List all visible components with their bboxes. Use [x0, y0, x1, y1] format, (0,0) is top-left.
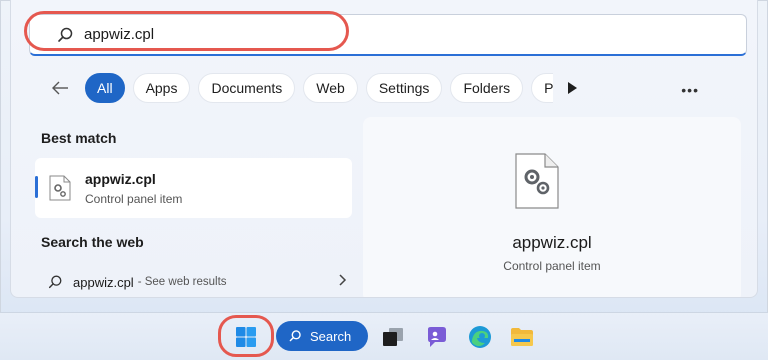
search-icon	[58, 27, 73, 42]
control-panel-file-icon	[49, 175, 71, 201]
more-options-icon[interactable]: •••	[681, 82, 699, 98]
filter-chip-photos[interactable]: Pho	[531, 73, 553, 103]
web-result-suffix: - See web results	[137, 276, 227, 288]
file-explorer-icon[interactable]	[506, 321, 538, 353]
teams-chat-icon[interactable]	[421, 321, 453, 353]
web-search-icon	[48, 275, 62, 289]
filter-chip-all[interactable]: All	[85, 73, 125, 103]
control-panel-large-icon	[515, 153, 559, 209]
filter-chip-apps[interactable]: Apps	[132, 73, 191, 103]
preview-type: Control panel item	[503, 259, 601, 273]
best-match-name: appwiz.cpl	[85, 170, 156, 187]
search-input[interactable]	[84, 26, 384, 43]
scroll-right-icon[interactable]	[563, 79, 581, 97]
filter-chip-documents[interactable]: Documents	[198, 73, 296, 103]
task-view-icon[interactable]	[377, 321, 409, 353]
filter-chip-web[interactable]: Web	[303, 73, 358, 103]
filter-row: All Apps Documents Web Settings Folders …	[47, 72, 727, 104]
back-arrow-icon[interactable]	[47, 75, 73, 101]
taskbar-search-button[interactable]: Search	[276, 321, 368, 351]
filter-chip-settings[interactable]: Settings	[365, 73, 443, 103]
selection-indicator	[35, 176, 38, 198]
taskbar	[0, 312, 768, 360]
web-result-row[interactable]: appwiz.cpl - See web results	[47, 270, 347, 294]
windows-start-icon[interactable]	[230, 321, 262, 353]
search-icon	[289, 330, 301, 342]
chevron-right-icon[interactable]	[337, 273, 347, 287]
preview-name: appwiz.cpl	[512, 233, 592, 252]
web-result-term: appwiz.cpl	[73, 274, 134, 290]
best-match-result[interactable]: appwiz.cpl Control panel item	[35, 158, 352, 218]
search-web-heading: Search the web	[41, 234, 144, 250]
edge-browser-icon[interactable]	[464, 321, 496, 353]
search-box[interactable]	[29, 14, 747, 56]
best-match-type: Control panel item	[85, 191, 183, 206]
taskbar-search-label: Search	[310, 328, 352, 344]
best-match-heading: Best match	[41, 130, 117, 146]
start-search-panel: All Apps Documents Web Settings Folders …	[10, 0, 758, 298]
preview-pane: appwiz.cpl Control panel item	[363, 117, 741, 297]
filter-chip-folders[interactable]: Folders	[450, 73, 524, 103]
filter-chips: All Apps Documents Web Settings Folders …	[85, 73, 553, 103]
